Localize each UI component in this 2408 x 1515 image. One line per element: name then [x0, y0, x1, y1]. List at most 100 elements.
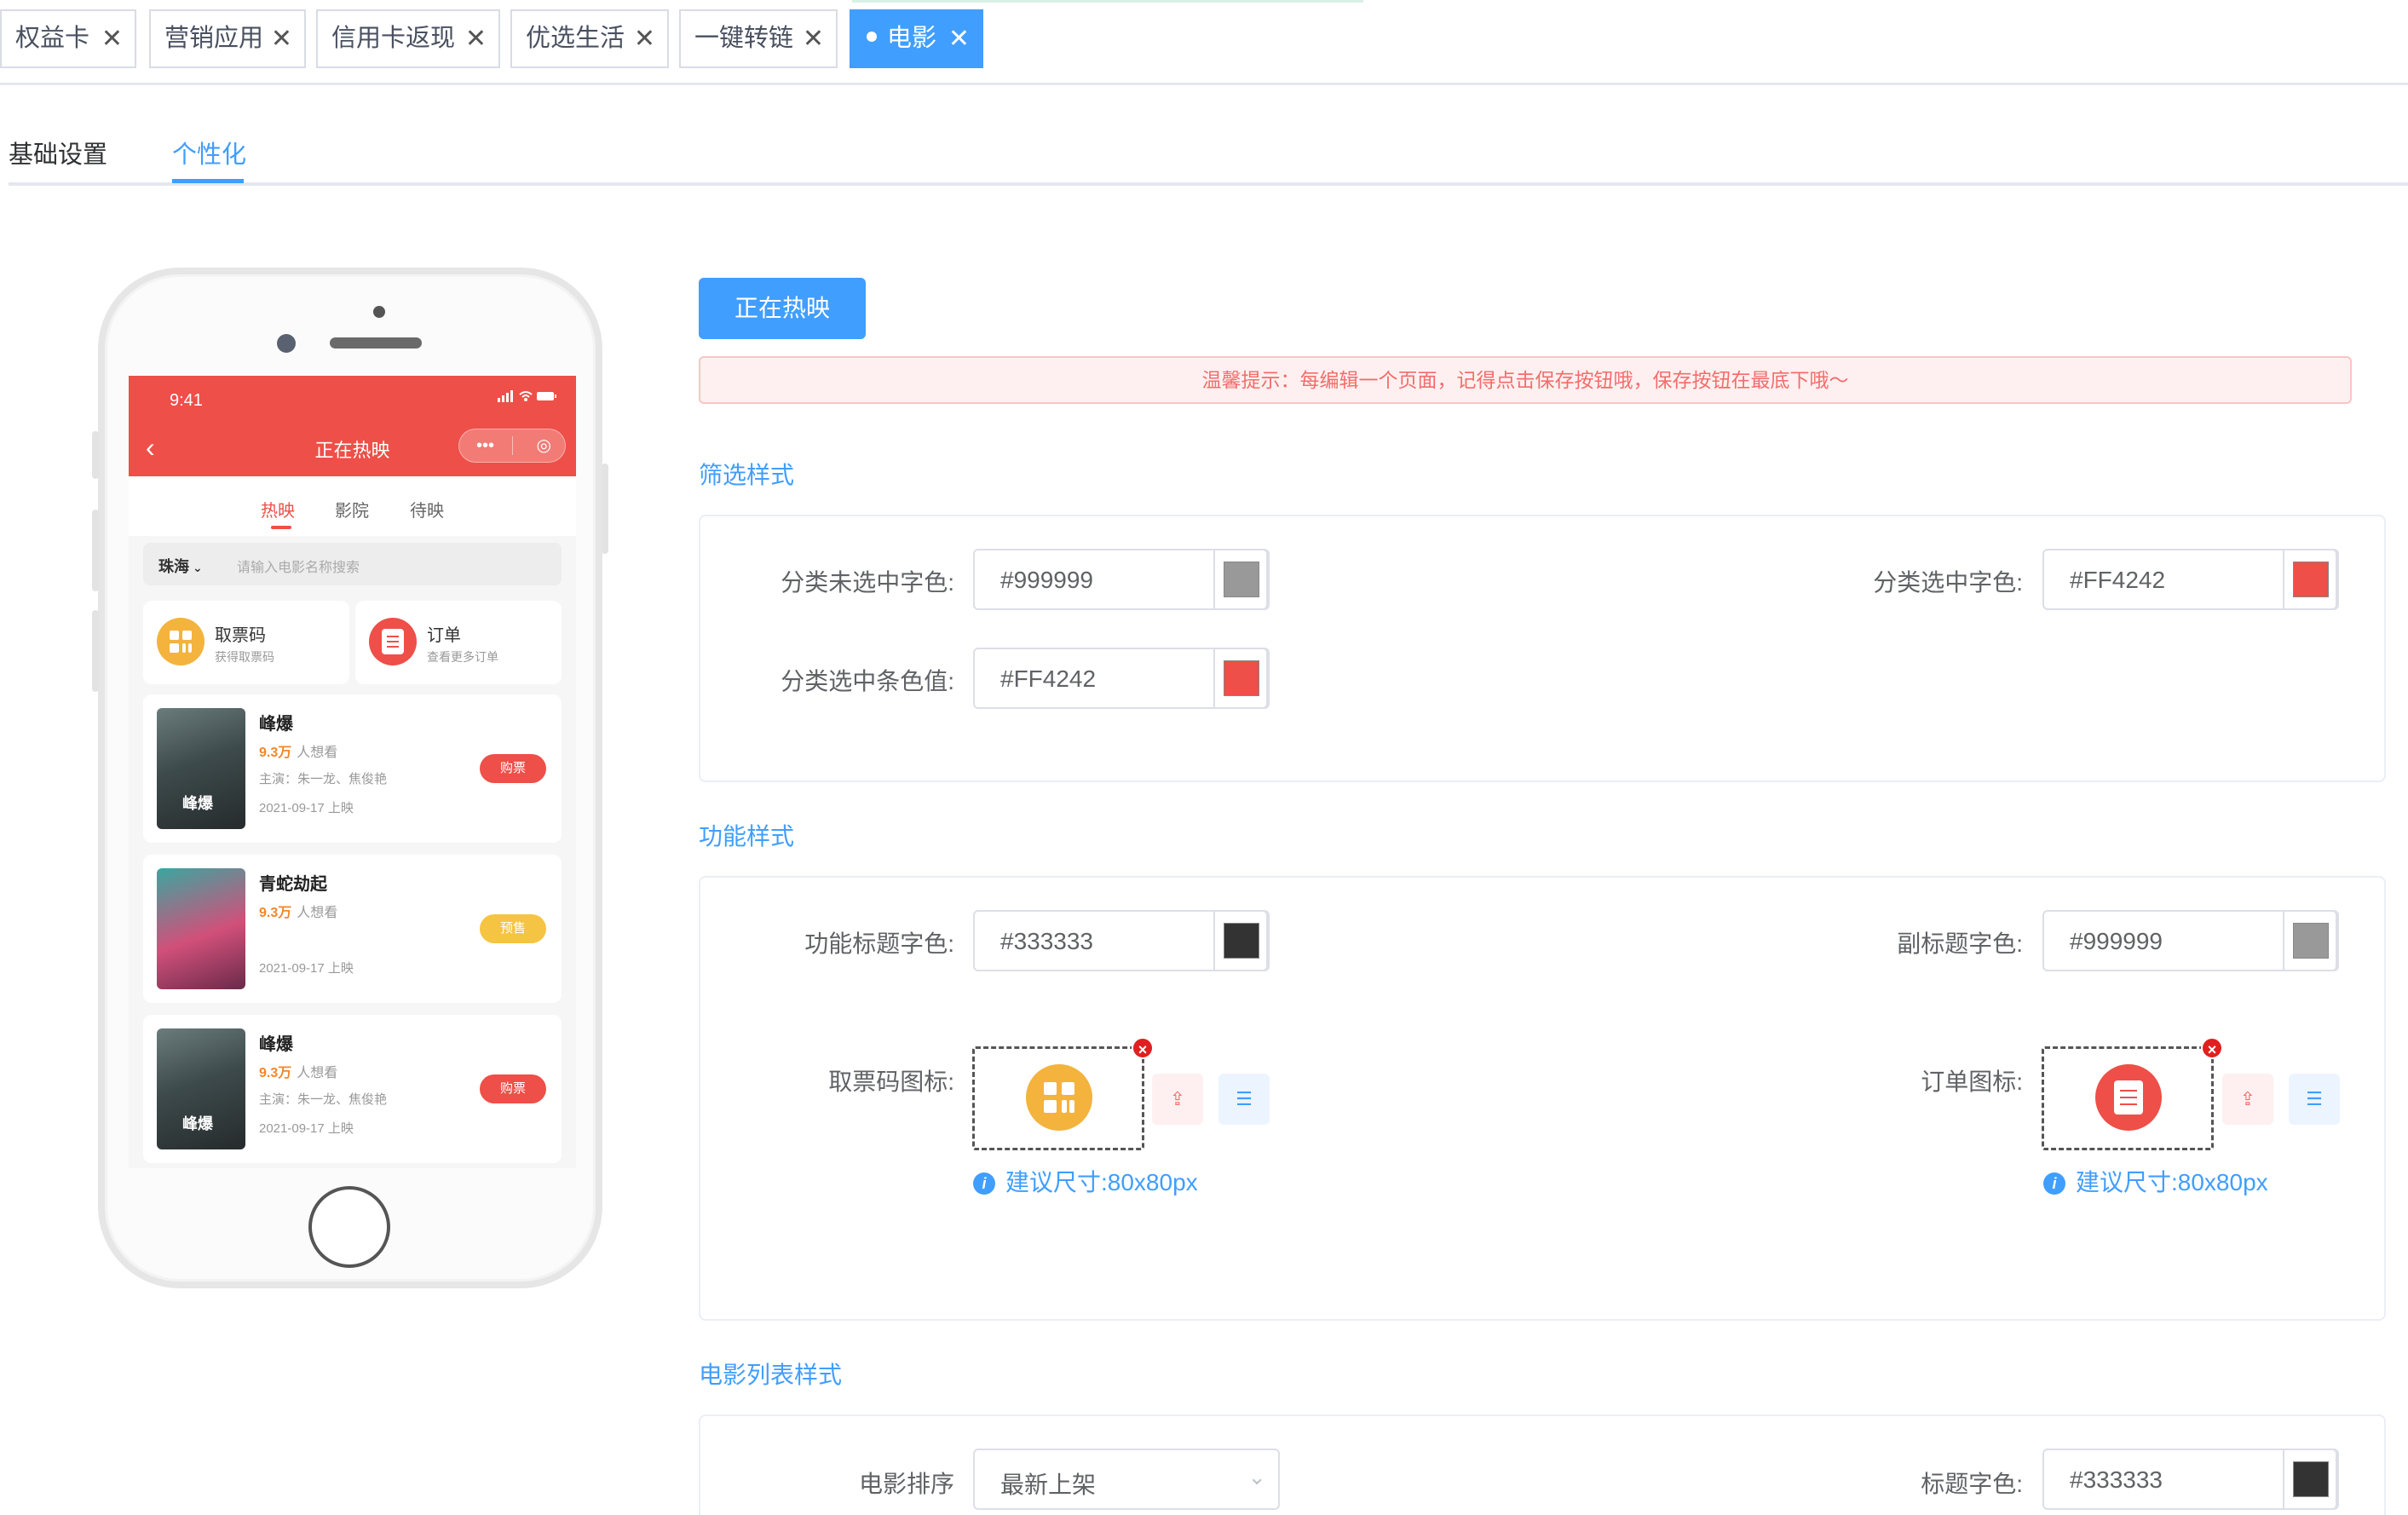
func-order[interactable]: 订单 查看更多订单 [355, 601, 562, 684]
city-select[interactable]: 珠海 ⌄ [158, 555, 203, 577]
buy-ticket-button[interactable]: 购票 [480, 754, 546, 783]
close-icon[interactable]: ✕ [271, 11, 292, 66]
label-order-icon: 订单图标: [1921, 1069, 2023, 1095]
color-swatch [2293, 1461, 2329, 1497]
subtab-underline [172, 179, 244, 183]
active-dot-icon [867, 32, 877, 43]
phone-home-button [308, 1186, 390, 1268]
select-list-icon[interactable]: ☰ [1218, 1074, 1270, 1125]
tab-youxuan[interactable]: 优选生活 ✕ [510, 9, 669, 68]
size-hint: i 建议尺寸:80x80px [2043, 1164, 2268, 1198]
info-icon: i [2043, 1172, 2065, 1195]
upload-cloud-icon[interactable]: ⇪ [2222, 1074, 2273, 1125]
sub-tabs: 基础设置 个性化 [9, 119, 2408, 186]
tab-xinyongka[interactable]: 信用卡返现 ✕ [316, 9, 500, 68]
movie-name: 青蛇劫起 [259, 875, 327, 894]
subtab-personalize[interactable]: 个性化 [172, 135, 246, 170]
movie-date: 2021-09-17 上映 [259, 961, 354, 976]
close-icon[interactable]: ✕ [634, 11, 655, 66]
subtab-basic[interactable]: 基础设置 [9, 135, 107, 170]
func-ticket-code[interactable]: 取票码 获得取票码 [143, 601, 349, 684]
tab-yingxiao[interactable]: 营销应用 ✕ [149, 9, 306, 68]
subtitle-color-input[interactable]: #999999 [2042, 910, 2339, 971]
size-hint: i 建议尺寸:80x80px [973, 1164, 1198, 1198]
tab-dianying[interactable]: 电影 ✕ [850, 9, 983, 68]
nav-indicator [271, 526, 291, 529]
page-button-now-showing[interactable]: 正在热映 [699, 278, 866, 339]
close-circle-icon[interactable]: ◎ [537, 429, 551, 462]
ticket-icon-upload[interactable]: × [972, 1037, 1154, 1150]
chevron-down-icon: ⌄ [193, 561, 203, 574]
tab-label: 一键转链 [694, 25, 794, 52]
top-accent-line [852, 0, 1363, 3]
tab-label: 电影 [887, 25, 937, 52]
movie-name: 峰爆 [259, 715, 293, 734]
phone-camera [277, 334, 296, 353]
tab-label: 优选生活 [526, 25, 625, 52]
func-subtitle: 查看更多订单 [427, 650, 498, 664]
label-movie-sort: 电影排序 [858, 1471, 954, 1497]
phone-sensor [373, 306, 385, 318]
tab-label: 信用卡返现 [331, 25, 456, 52]
movie-date: 2021-09-17 上映 [259, 801, 354, 815]
color-picker-trigger[interactable] [1213, 648, 1268, 709]
bar-color-input[interactable]: #FF4242 [973, 648, 1270, 709]
info-icon: i [973, 1172, 995, 1195]
upload-cloud-icon[interactable]: ⇪ [1152, 1074, 1203, 1125]
section-title-function: 功能样式 [699, 823, 795, 850]
tab-label: 权益卡 [15, 25, 90, 52]
section-title-filter: 筛选样式 [699, 462, 795, 488]
close-icon[interactable]: ✕ [101, 11, 123, 66]
color-swatch [1224, 923, 1259, 959]
order-icon-upload[interactable]: × [2042, 1037, 2223, 1150]
phone-speaker [330, 337, 422, 349]
search-placeholder: 请输入电影名称搜索 [237, 561, 360, 575]
func-subtitle: 获得取票码 [215, 650, 274, 664]
color-picker-trigger[interactable] [1213, 910, 1268, 971]
func-title: 订单 [427, 626, 461, 645]
color-picker-trigger[interactable] [2283, 1449, 2337, 1510]
movie-name: 峰爆 [259, 1035, 293, 1054]
nav-cinema[interactable]: 影院 [335, 497, 369, 521]
movie-card[interactable]: 峰爆 峰爆 9.3万 人想看 主演：朱一龙、焦俊艳 2021-09-17 上映 购… [143, 1015, 562, 1163]
nav-upcoming[interactable]: 待映 [410, 497, 444, 521]
delete-icon[interactable]: × [1132, 1037, 1154, 1059]
delete-icon[interactable]: × [2201, 1037, 2223, 1059]
order-icon [2095, 1064, 2162, 1131]
nav-hot[interactable]: 热映 [261, 497, 295, 521]
movie-card[interactable]: 青蛇劫起 9.3万 人想看 2021-09-17 上映 预售 [143, 855, 562, 1003]
color-swatch [1224, 562, 1259, 597]
movie-date: 2021-09-17 上映 [259, 1121, 354, 1136]
movie-sort-select[interactable]: 最新上架 ⌄ [973, 1449, 1280, 1510]
phone-side-button [92, 610, 99, 692]
screen-nav: 热映 影院 待映 [129, 476, 576, 536]
close-icon[interactable]: ✕ [948, 11, 970, 66]
close-icon[interactable]: ✕ [465, 11, 487, 66]
close-icon[interactable]: ✕ [803, 11, 824, 66]
unselected-color-input[interactable]: #999999 [973, 549, 1270, 610]
color-picker-trigger[interactable] [2283, 549, 2337, 610]
select-list-icon[interactable]: ☰ [2289, 1074, 2340, 1125]
movie-poster [157, 868, 245, 989]
movie-poster: 峰爆 [157, 1028, 245, 1149]
section-title-movie-list: 电影列表样式 [699, 1362, 843, 1388]
order-icon [369, 618, 417, 665]
qrcode-icon [1026, 1064, 1092, 1131]
label-bar-color: 分类选中条色值: [781, 668, 954, 694]
func-title-color-input[interactable]: #333333 [973, 910, 1270, 971]
tab-zhuanlian[interactable]: 一键转链 ✕ [679, 9, 838, 68]
movie-actors: 主演：朱一龙、焦俊艳 [259, 772, 388, 786]
search-bar[interactable]: 珠海 ⌄ 请输入电影名称搜索 [143, 543, 562, 585]
color-picker-trigger[interactable] [2283, 910, 2337, 971]
label-selected-color: 分类选中字色: [1873, 569, 2023, 596]
mini-capsule[interactable]: ••• ◎ [458, 429, 566, 463]
movie-title-color-input[interactable]: #333333 [2042, 1449, 2339, 1510]
selected-color-input[interactable]: #FF4242 [2042, 549, 2339, 610]
buy-ticket-button[interactable]: 购票 [480, 1074, 546, 1103]
tab-quanyika[interactable]: 权益卡 ✕ [0, 9, 136, 68]
movie-want: 9.3万 人想看 [259, 1066, 338, 1080]
more-icon[interactable]: ••• [476, 429, 494, 462]
color-picker-trigger[interactable] [1213, 549, 1268, 610]
presale-button[interactable]: 预售 [480, 914, 546, 943]
movie-card[interactable]: 峰爆 峰爆 9.3万 人想看 主演：朱一龙、焦俊艳 2021-09-17 上映 购… [143, 694, 562, 843]
